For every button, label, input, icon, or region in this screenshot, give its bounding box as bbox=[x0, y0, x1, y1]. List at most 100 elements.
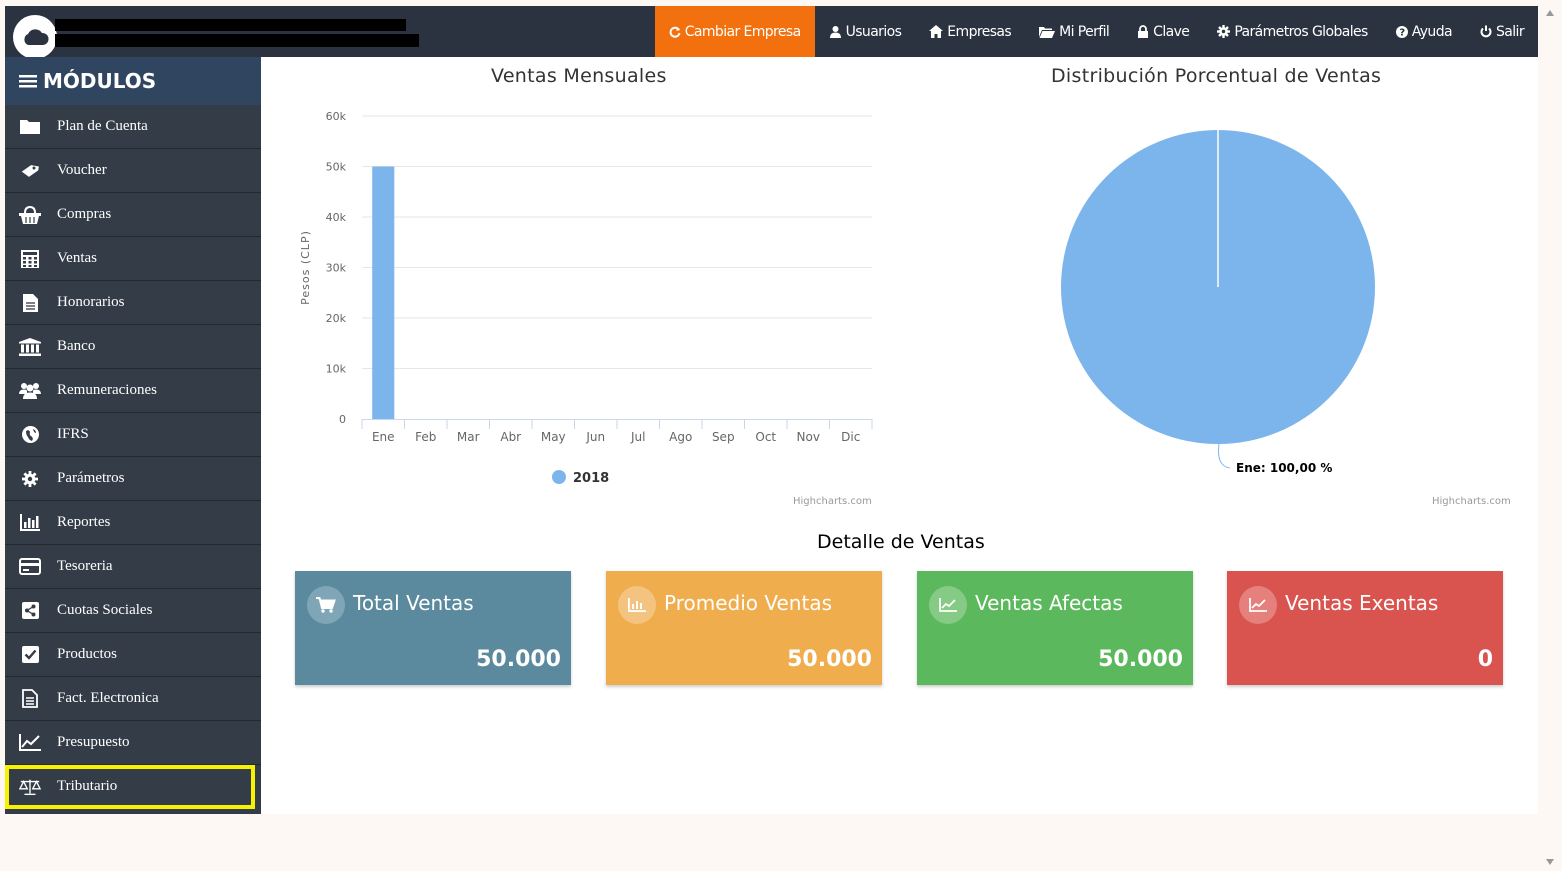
gear-icon bbox=[19, 470, 41, 487]
credit-card-icon bbox=[19, 558, 41, 575]
x-tick-label: Abr bbox=[500, 430, 521, 444]
bar-chart-icon bbox=[19, 514, 41, 531]
card-promedio-ventas[interactable]: Promedio Ventas 50.000 bbox=[606, 571, 882, 685]
detalle-ventas-title: Detalle de Ventas bbox=[817, 531, 985, 553]
y-tick-label: 20k bbox=[326, 312, 347, 325]
x-tick-label: Ene bbox=[372, 430, 395, 444]
card-ventas-exentas[interactable]: Ventas Exentas 0 bbox=[1227, 571, 1503, 685]
bar-chart-title: Ventas Mensuales bbox=[491, 65, 667, 87]
sidebar-item-productos[interactable]: Productos bbox=[5, 633, 261, 677]
refresh-icon bbox=[669, 26, 681, 38]
usuarios-link[interactable]: Usuarios bbox=[815, 6, 916, 57]
x-tick-label: Sep bbox=[712, 430, 735, 444]
x-tick-label: Jun bbox=[585, 430, 605, 444]
bank-icon bbox=[19, 337, 41, 356]
x-tick-label: Nov bbox=[797, 430, 820, 444]
user-icon bbox=[829, 26, 841, 38]
sidebar-item-plan-de-cuenta[interactable]: Plan de Cuenta bbox=[5, 105, 261, 149]
sidebar-item-parametros[interactable]: Parámetros bbox=[5, 457, 261, 501]
cambiar-empresa-button[interactable]: Cambiar Empresa bbox=[654, 6, 815, 57]
y-tick-label: 50k bbox=[326, 161, 347, 174]
question-icon: ? bbox=[1395, 25, 1408, 38]
parametros-globales-link[interactable]: Parámetros Globales bbox=[1203, 6, 1381, 57]
users-icon bbox=[19, 382, 41, 399]
sidebar-item-compras[interactable]: Compras bbox=[5, 193, 261, 237]
mi-perfil-link[interactable]: Mi Perfil bbox=[1025, 6, 1123, 57]
calculator-icon bbox=[19, 249, 41, 268]
sidebar-item-banco[interactable]: Banco bbox=[5, 325, 261, 369]
sidebar-item-presupuesto[interactable]: Presupuesto bbox=[5, 721, 261, 765]
salir-link[interactable]: Salir bbox=[1466, 6, 1538, 57]
bar-ene bbox=[372, 166, 395, 419]
line-chart-icon bbox=[19, 734, 41, 751]
sidebar: MÓDULOS Plan de Cuenta Voucher Compras V… bbox=[5, 57, 261, 814]
power-icon bbox=[1480, 25, 1492, 38]
sidebar-item-honorarios[interactable]: Honorarios bbox=[5, 281, 261, 325]
empresas-link[interactable]: Empresas bbox=[915, 6, 1025, 57]
line-chart-icon bbox=[1239, 586, 1277, 624]
sidebar-item-ventas[interactable]: Ventas bbox=[5, 237, 261, 281]
scroll-up-arrow[interactable] bbox=[1546, 10, 1554, 16]
x-tick-label: Feb bbox=[415, 430, 436, 444]
sidebar-item-tesoreria[interactable]: Tesoreria bbox=[5, 545, 261, 589]
pie-chart: Ene: 100,00 % bbox=[1061, 130, 1375, 475]
legend-label: 2018 bbox=[573, 471, 609, 486]
cloud-logo-icon[interactable] bbox=[13, 15, 57, 59]
top-menu: Cambiar Empresa Usuarios Empresas Mi Per… bbox=[654, 6, 1538, 57]
lock-icon bbox=[1138, 25, 1149, 38]
basket-icon bbox=[19, 205, 41, 224]
svg-text:?: ? bbox=[1399, 27, 1405, 38]
x-tick-label: Jul bbox=[630, 430, 645, 444]
sidebar-item-tributario[interactable]: Tributario bbox=[5, 765, 255, 809]
gear-icon bbox=[1217, 25, 1231, 38]
check-square-icon bbox=[19, 646, 41, 663]
bar-chart-credits[interactable]: Highcharts.com bbox=[793, 496, 872, 507]
clave-link[interactable]: Clave bbox=[1123, 6, 1203, 57]
line-chart-icon bbox=[929, 586, 967, 624]
home-icon bbox=[929, 25, 944, 38]
scroll-down-arrow[interactable] bbox=[1546, 859, 1554, 865]
pie-data-label: Ene: 100,00 % bbox=[1236, 461, 1332, 475]
sidebar-item-cuotas-sociales[interactable]: Cuotas Sociales bbox=[5, 589, 261, 633]
file-lines-icon bbox=[19, 689, 41, 708]
balance-scale-icon bbox=[19, 778, 41, 796]
sidebar-item-fact-electronica[interactable]: Fact. Electronica bbox=[5, 677, 261, 721]
legend-symbol bbox=[552, 470, 566, 484]
pie-chart-credits[interactable]: Highcharts.com bbox=[1432, 496, 1511, 507]
y-tick-label: 40k bbox=[326, 211, 347, 224]
sidebar-item-voucher[interactable]: Voucher bbox=[5, 149, 261, 193]
card-total-ventas[interactable]: Total Ventas 50.000 bbox=[295, 571, 571, 685]
redacted-company-name bbox=[55, 19, 406, 31]
y-tick-label: 0 bbox=[339, 413, 346, 426]
sidebar-item-ifrs[interactable]: IFRS bbox=[5, 413, 261, 457]
redacted-company-info bbox=[55, 34, 419, 47]
card-value: 0 bbox=[1477, 647, 1493, 672]
y-axis-title: Pesos (CLP) bbox=[299, 230, 312, 305]
card-value: 50.000 bbox=[476, 647, 561, 672]
file-text-icon bbox=[19, 293, 41, 312]
card-ventas-afectas[interactable]: Ventas Afectas 50.000 bbox=[917, 571, 1193, 685]
folder-open-icon bbox=[1039, 26, 1056, 38]
x-tick-label: May bbox=[541, 430, 566, 444]
y-tick-label: 60k bbox=[326, 110, 347, 123]
folder-icon bbox=[19, 119, 41, 134]
data-label-connector bbox=[1218, 443, 1231, 469]
x-tick-label: Dic bbox=[841, 430, 860, 444]
y-tick-label: 10k bbox=[326, 363, 347, 376]
sidebar-item-remuneraciones[interactable]: Remuneraciones bbox=[5, 369, 261, 413]
bar-chart: 0 10k 20k 30k 40k 50k 60k Ene Feb Mar Abr May Jun Jul… bbox=[299, 110, 873, 486]
ticket-icon bbox=[19, 163, 41, 179]
ayuda-link[interactable]: ? Ayuda bbox=[1382, 6, 1466, 57]
sidebar-item-reportes[interactable]: Reportes bbox=[5, 501, 261, 545]
card-label: Promedio Ventas bbox=[664, 591, 832, 615]
card-label: Ventas Afectas bbox=[975, 591, 1123, 615]
x-tick-label: Mar bbox=[457, 430, 480, 444]
sidebar-header[interactable]: MÓDULOS bbox=[5, 57, 261, 105]
card-value: 50.000 bbox=[1098, 647, 1183, 672]
y-tick-label: 30k bbox=[326, 262, 347, 275]
x-tick-label: Ago bbox=[669, 430, 692, 444]
x-tick-label: Oct bbox=[755, 430, 776, 444]
pie-chart-title: Distribución Porcentual de Ventas bbox=[1051, 65, 1382, 87]
cart-icon bbox=[307, 586, 345, 624]
share-icon bbox=[19, 602, 41, 619]
